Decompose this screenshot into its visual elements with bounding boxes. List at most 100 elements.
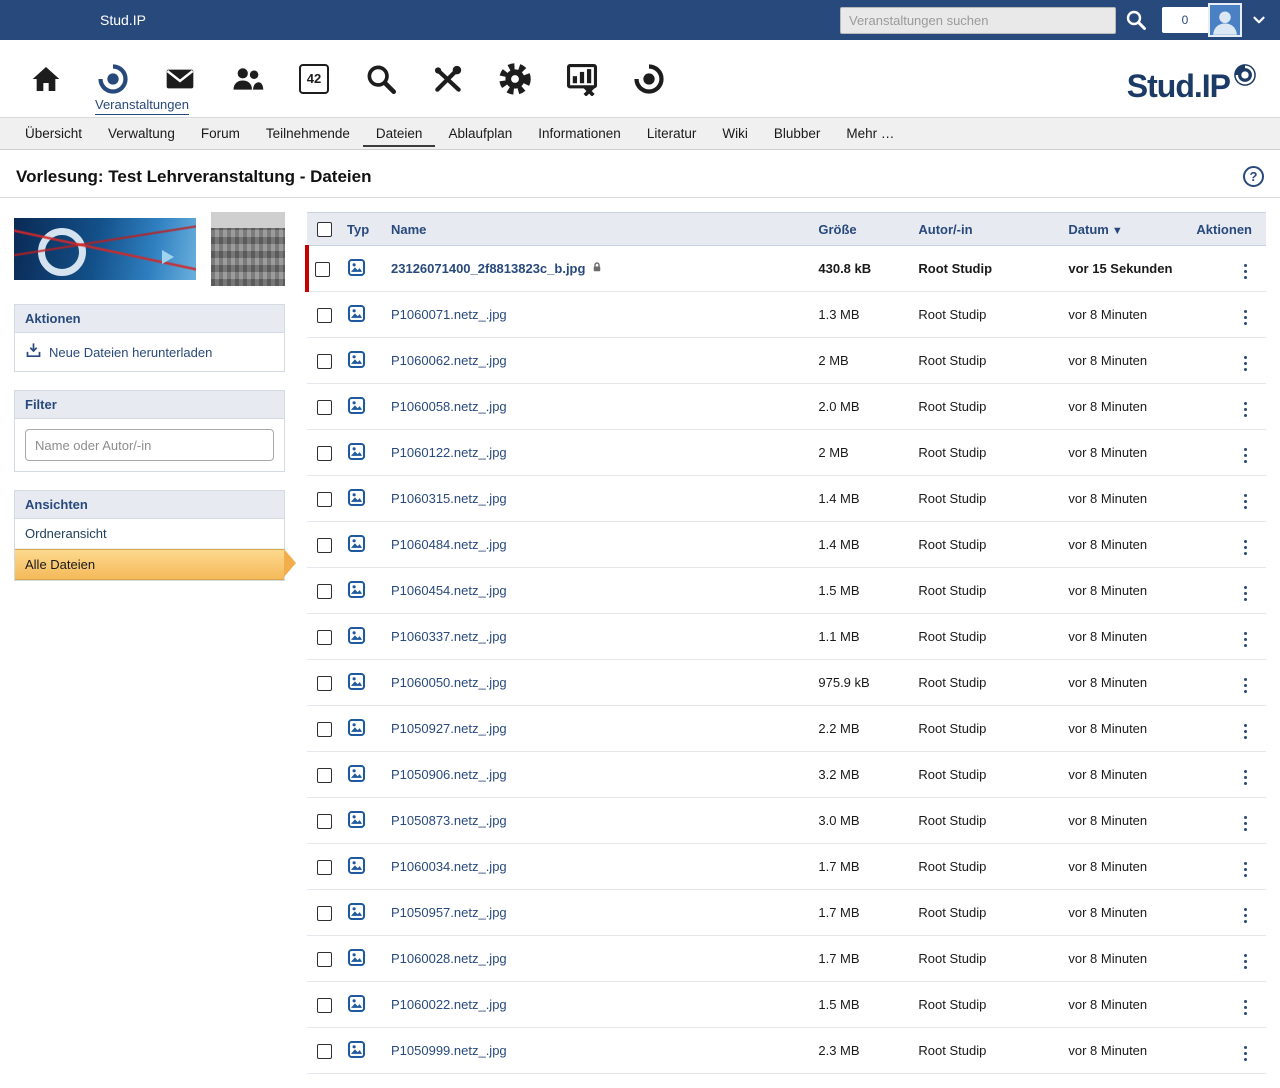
- tab-ablaufplan[interactable]: Ablaufplan: [435, 120, 525, 147]
- col-date[interactable]: Datum▼: [1062, 213, 1190, 246]
- row-checkbox[interactable]: [317, 860, 332, 875]
- evaluation-icon[interactable]: [558, 40, 606, 118]
- file-name-link[interactable]: P1050957.netz_.jpg: [391, 905, 507, 920]
- veranstaltungen-icon[interactable]: Veranstaltungen: [89, 40, 137, 118]
- file-name-link[interactable]: P1060062.netz_.jpg: [391, 353, 507, 368]
- file-date: vor 8 Minuten: [1062, 936, 1190, 982]
- file-name-link[interactable]: P1060454.netz_.jpg: [391, 583, 507, 598]
- tab-ubersicht[interactable]: Übersicht: [12, 120, 95, 147]
- mail-icon[interactable]: [156, 40, 204, 118]
- search-icon[interactable]: [1124, 8, 1148, 32]
- tab-teilnehmende[interactable]: Teilnehmende: [253, 120, 363, 147]
- tab-literatur[interactable]: Literatur: [634, 120, 710, 147]
- notification-counter[interactable]: 0: [1162, 7, 1208, 33]
- row-checkbox[interactable]: [317, 492, 332, 507]
- file-name-link[interactable]: P1050873.netz_.jpg: [391, 813, 507, 828]
- file-author: Root Studip: [912, 660, 1062, 706]
- row-checkbox[interactable]: [317, 998, 332, 1013]
- view-item-ordneransicht[interactable]: Ordneransicht: [15, 519, 284, 549]
- image-file-icon: [347, 580, 366, 599]
- row-actions-menu[interactable]: [1239, 905, 1253, 927]
- row-actions-menu[interactable]: [1239, 307, 1253, 329]
- row-checkbox[interactable]: [317, 676, 332, 691]
- row-checkbox[interactable]: [317, 354, 332, 369]
- calendar-icon[interactable]: 42: [290, 40, 338, 118]
- file-name-link[interactable]: P1060337.netz_.jpg: [391, 629, 507, 644]
- file-name-link[interactable]: P1060028.netz_.jpg: [391, 951, 507, 966]
- filter-input[interactable]: [25, 429, 274, 461]
- row-checkbox[interactable]: [317, 400, 332, 415]
- row-actions-menu[interactable]: [1239, 399, 1253, 421]
- row-actions-menu[interactable]: [1239, 951, 1253, 973]
- row-checkbox[interactable]: [317, 906, 332, 921]
- row-checkbox[interactable]: [317, 768, 332, 783]
- file-name-link[interactable]: P1060034.netz_.jpg: [391, 859, 507, 874]
- image-file-icon: [347, 810, 366, 829]
- col-author[interactable]: Autor/-in: [912, 213, 1062, 246]
- row-actions-menu[interactable]: [1239, 721, 1253, 743]
- row-checkbox[interactable]: [317, 584, 332, 599]
- tab-verwaltung[interactable]: Verwaltung: [95, 120, 188, 147]
- file-name-link[interactable]: P1050927.netz_.jpg: [391, 721, 507, 736]
- row-checkbox[interactable]: [315, 262, 330, 277]
- col-typ[interactable]: Typ: [341, 213, 385, 246]
- tab-informationen[interactable]: Informationen: [525, 120, 634, 147]
- row-checkbox[interactable]: [317, 308, 332, 323]
- row-actions-menu[interactable]: [1239, 997, 1253, 1019]
- col-size[interactable]: Größe: [812, 213, 912, 246]
- row-actions-menu[interactable]: [1239, 537, 1253, 559]
- col-name[interactable]: Name: [385, 213, 812, 246]
- image-file-icon: [347, 672, 366, 691]
- row-actions-menu[interactable]: [1239, 859, 1253, 881]
- row-actions-menu[interactable]: [1239, 261, 1253, 283]
- home-icon[interactable]: [22, 40, 70, 118]
- file-row: P1060028.netz_.jpg1.7 MBRoot Studipvor 8…: [307, 936, 1266, 982]
- file-name-link[interactable]: 23126071400_2f8813823c_b.jpg: [391, 261, 585, 276]
- global-search-icon[interactable]: [357, 40, 405, 118]
- row-actions-menu[interactable]: [1239, 767, 1253, 789]
- file-row: P1060058.netz_.jpg2.0 MBRoot Studipvor 8…: [307, 384, 1266, 430]
- tools-icon[interactable]: [424, 40, 472, 118]
- file-name-link[interactable]: P1050999.netz_.jpg: [391, 1043, 507, 1058]
- tab-forum[interactable]: Forum: [188, 120, 253, 147]
- row-actions-menu[interactable]: [1239, 1043, 1253, 1065]
- file-name-link[interactable]: P1060122.netz_.jpg: [391, 445, 507, 460]
- row-actions-menu[interactable]: [1239, 675, 1253, 697]
- file-name-link[interactable]: P1060058.netz_.jpg: [391, 399, 507, 414]
- file-name-link[interactable]: P1050906.netz_.jpg: [391, 767, 507, 782]
- row-checkbox[interactable]: [317, 722, 332, 737]
- file-name-link[interactable]: P1060022.netz_.jpg: [391, 997, 507, 1012]
- course-search-input[interactable]: [840, 7, 1116, 34]
- row-checkbox[interactable]: [317, 1044, 332, 1059]
- file-name-link[interactable]: P1060315.netz_.jpg: [391, 491, 507, 506]
- file-name-link[interactable]: P1060050.netz_.jpg: [391, 675, 507, 690]
- file-name-link[interactable]: P1060071.netz_.jpg: [391, 307, 507, 322]
- spiral-icon[interactable]: [625, 40, 673, 118]
- row-checkbox[interactable]: [317, 952, 332, 967]
- tab-mehr[interactable]: Mehr …: [833, 120, 907, 147]
- row-actions-menu[interactable]: [1239, 629, 1253, 651]
- row-actions-menu[interactable]: [1239, 353, 1253, 375]
- row-checkbox[interactable]: [317, 814, 332, 829]
- row-actions-menu[interactable]: [1239, 583, 1253, 605]
- tab-blubber[interactable]: Blubber: [761, 120, 834, 147]
- gear-icon[interactable]: [491, 40, 539, 118]
- tab-wiki[interactable]: Wiki: [709, 120, 761, 147]
- file-name-link[interactable]: P1060484.netz_.jpg: [391, 537, 507, 552]
- download-new-files-link[interactable]: Neue Dateien herunterladen: [15, 333, 284, 371]
- row-checkbox[interactable]: [317, 630, 332, 645]
- tab-dateien[interactable]: Dateien: [363, 120, 436, 147]
- row-checkbox[interactable]: [317, 446, 332, 461]
- row-actions-menu[interactable]: [1239, 491, 1253, 513]
- view-item-alle-dateien[interactable]: Alle Dateien: [15, 549, 284, 580]
- row-checkbox[interactable]: [317, 538, 332, 553]
- row-actions-menu[interactable]: [1239, 445, 1253, 467]
- file-author: Root Studip: [912, 936, 1062, 982]
- row-actions-menu[interactable]: [1239, 813, 1253, 835]
- community-icon[interactable]: [223, 40, 271, 118]
- avatar[interactable]: [1208, 3, 1242, 37]
- select-all-checkbox[interactable]: [317, 222, 332, 237]
- file-author: Root Studip: [912, 752, 1062, 798]
- chevron-down-icon[interactable]: [1250, 11, 1268, 29]
- help-icon[interactable]: ?: [1243, 166, 1264, 187]
